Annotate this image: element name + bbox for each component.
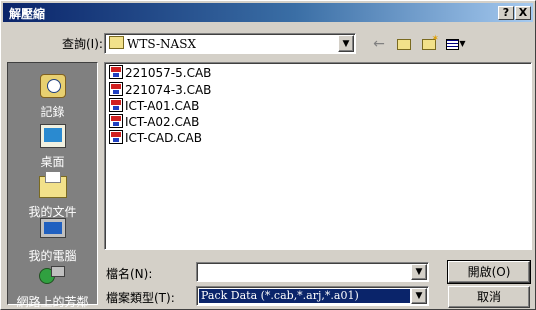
- title-bar[interactable]: 解壓縮 ? X: [3, 3, 533, 22]
- places-item-network[interactable]: 網路上的芳鄰: [8, 261, 97, 310]
- cab-file-icon: [109, 82, 123, 96]
- up-folder-icon[interactable]: [393, 35, 415, 53]
- open-button[interactable]: 開啟(O): [447, 260, 531, 284]
- back-icon[interactable]: ←: [368, 35, 390, 53]
- look-in-value: WTS-NASX: [127, 37, 196, 51]
- places-item-my-documents[interactable]: 我的文件: [8, 171, 97, 220]
- view-menu-icon[interactable]: ▼: [442, 35, 470, 53]
- file-list[interactable]: 221057-5.CAB 221074-3.CAB ICT-A01.CAB IC…: [104, 62, 532, 250]
- places-bar: 記錄 桌面 我的文件 我的電腦 網路上的芳鄰: [7, 62, 98, 309]
- look-in-dropdown[interactable]: WTS-NASX ▼: [104, 33, 356, 54]
- places-item-history[interactable]: 記錄: [8, 71, 97, 120]
- history-icon: [37, 71, 69, 101]
- my-computer-icon: [37, 215, 69, 245]
- filetype-label: 檔案類型(T):: [106, 291, 175, 305]
- chevron-down-icon[interactable]: ▼: [411, 288, 427, 304]
- folder-icon: [109, 36, 124, 49]
- cab-file-icon: [109, 98, 123, 112]
- unpack-dialog: 解壓縮 ? X 查詢(I): WTS-NASX ▼ ← ✶ ▼ 記錄 桌面 我的…: [0, 0, 536, 310]
- list-item[interactable]: 221057-5.CAB: [109, 65, 211, 81]
- network-places-icon: [37, 261, 69, 291]
- new-folder-icon[interactable]: ✶: [418, 34, 440, 53]
- look-in-label: 查詢(I):: [62, 37, 103, 51]
- places-label: 網路上的芳鄰: [16, 295, 89, 309]
- chevron-down-icon[interactable]: ▼: [411, 264, 427, 280]
- chevron-down-icon[interactable]: ▼: [338, 35, 354, 52]
- places-item-my-computer[interactable]: 我的電腦: [8, 215, 97, 264]
- filetype-value: Pack Data (*.cab,*.arj,*.a01): [199, 289, 410, 303]
- filetype-dropdown[interactable]: Pack Data (*.cab,*.arj,*.a01) ▼: [196, 286, 429, 306]
- cancel-button[interactable]: 取消: [448, 286, 530, 308]
- cab-file-icon: [109, 114, 123, 128]
- filename-label: 檔名(N):: [106, 267, 153, 281]
- list-item[interactable]: ICT-A02.CAB: [109, 114, 199, 130]
- list-item[interactable]: ICT-A01.CAB: [109, 98, 199, 114]
- places-label: 桌面: [40, 155, 65, 169]
- places-item-desktop[interactable]: 桌面: [8, 121, 97, 170]
- cab-file-icon: [109, 130, 123, 144]
- help-button[interactable]: ?: [498, 6, 514, 20]
- close-button[interactable]: X: [515, 6, 531, 20]
- desktop-icon: [37, 121, 69, 151]
- list-item[interactable]: 221074-3.CAB: [109, 82, 211, 98]
- places-label: 記錄: [40, 105, 65, 119]
- dialog-title: 解壓縮: [9, 7, 46, 21]
- filename-field[interactable]: ▼: [196, 262, 429, 282]
- list-item[interactable]: ICT-CAD.CAB: [109, 130, 202, 146]
- my-documents-icon: [37, 171, 69, 201]
- cab-file-icon: [109, 65, 123, 79]
